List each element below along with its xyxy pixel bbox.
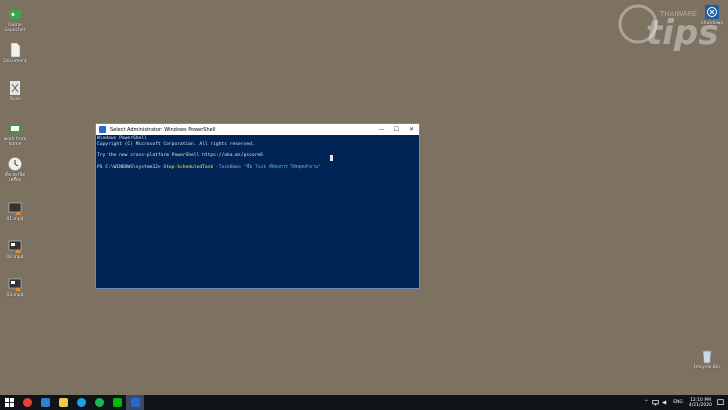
desktop-icon-label: work from home bbox=[3, 137, 27, 147]
desktop-icon-label: Document bbox=[3, 59, 27, 64]
chrome-icon bbox=[22, 398, 32, 407]
console-output[interactable]: Windows PowerShell Copyright (C) Microso… bbox=[96, 135, 419, 288]
clock-date: 4/21/2020 bbox=[688, 402, 712, 408]
desktop-icon-shutdown[interactable]: Shutdown bbox=[698, 4, 726, 26]
desktop-icon-label: ตั้งเวลาปิดเครื่อง bbox=[4, 173, 26, 183]
console-command-line: PS C:\WINDOWS\system32> Stop-ScheduledTa… bbox=[97, 165, 418, 171]
desktop-icon-video-03[interactable]: 03.mp4 bbox=[1, 276, 29, 298]
folder-icon bbox=[9, 123, 21, 133]
desktop-icon-video-01[interactable]: 01.mp4 bbox=[1, 200, 29, 222]
windows-icon bbox=[4, 398, 14, 407]
powershell-icon bbox=[130, 398, 140, 407]
minimize-button[interactable]: — bbox=[374, 124, 389, 135]
desktop-icon-label: Game Launcher bbox=[4, 23, 26, 33]
taskbar-file-explorer[interactable] bbox=[54, 395, 72, 410]
window-titlebar[interactable]: Select Administrator: Windows PowerShell… bbox=[96, 124, 419, 135]
video-file-icon bbox=[8, 202, 22, 215]
window-title: Select Administrator: Windows PowerShell bbox=[110, 126, 216, 133]
video-file-icon bbox=[8, 240, 22, 253]
powershell-icon bbox=[99, 126, 106, 133]
photos-icon bbox=[40, 398, 50, 407]
desktop-icon-label: 03.mp4 bbox=[6, 293, 24, 298]
desktop-icon-recycle-bin[interactable]: Recycle Bin bbox=[693, 348, 721, 370]
taskbar-powershell[interactable] bbox=[126, 395, 144, 410]
spotify-icon bbox=[94, 398, 104, 407]
taskbar-line[interactable] bbox=[108, 395, 126, 410]
system-tray: ^ ENG 12:10 PM 4/21/2020 bbox=[644, 395, 724, 410]
video-file-icon bbox=[8, 278, 22, 291]
desktop-icon-label: 01.mp4 bbox=[6, 217, 24, 222]
taskbar: ^ ENG 12:10 PM 4/21/2020 bbox=[0, 395, 728, 410]
taskbar-photos[interactable] bbox=[36, 395, 54, 410]
desktop-icon-game-launcher[interactable]: Game Launcher bbox=[1, 6, 29, 33]
folder-icon bbox=[58, 398, 68, 407]
desktop-icon-document[interactable]: Document bbox=[1, 42, 29, 64]
power-icon bbox=[705, 5, 719, 19]
game-launcher-icon bbox=[9, 10, 21, 19]
desktop-icon-shutdown-timer[interactable]: ตั้งเวลาปิดเครื่อง bbox=[1, 156, 29, 183]
clock-icon bbox=[8, 157, 22, 171]
desktop-icon-label: Shutdown bbox=[700, 21, 724, 26]
taskbar-chrome[interactable] bbox=[18, 395, 36, 410]
recycle-bin-icon bbox=[702, 350, 712, 364]
console-command: Stop-ScheduledTask bbox=[163, 164, 214, 170]
console-prompt: PS C:\WINDOWS\system32> bbox=[97, 164, 164, 170]
volume-icon[interactable] bbox=[662, 399, 669, 406]
powershell-window[interactable]: Select Administrator: Windows PowerShell… bbox=[95, 123, 420, 289]
close-button[interactable]: ✕ bbox=[404, 124, 419, 135]
notification-icon[interactable] bbox=[717, 399, 724, 406]
maximize-button[interactable]: ☐ bbox=[389, 124, 404, 135]
chevron-up-icon[interactable]: ^ bbox=[644, 400, 648, 405]
desktop-icon-label: Tools bbox=[9, 97, 21, 102]
skype-icon bbox=[76, 398, 86, 407]
tools-icon bbox=[10, 81, 20, 95]
clock[interactable]: 12:10 PM 4/21/2020 bbox=[689, 398, 712, 408]
language-indicator[interactable]: ENG bbox=[673, 400, 683, 405]
console-value: "ชื่อ Task ที่ต้องการ ให้หยุดทำงาน" bbox=[243, 164, 321, 170]
start-button[interactable] bbox=[0, 395, 18, 410]
document-icon bbox=[10, 42, 21, 58]
text-cursor bbox=[330, 155, 333, 161]
clock-time: 12:10 PM bbox=[689, 397, 711, 403]
desktop-icon-work-from-home[interactable]: work from home bbox=[1, 120, 29, 147]
desktop-icon-label: 02.mp4 bbox=[6, 255, 24, 260]
desktop-icon-video-02[interactable]: 02.mp4 bbox=[1, 238, 29, 260]
network-icon[interactable] bbox=[652, 399, 659, 406]
taskbar-spotify[interactable] bbox=[90, 395, 108, 410]
line-icon bbox=[112, 398, 122, 407]
desktop-icon-label: Recycle Bin bbox=[694, 365, 720, 370]
desktop-icon-tools[interactable]: Tools bbox=[1, 80, 29, 102]
taskbar-skype[interactable] bbox=[72, 395, 90, 410]
console-param: -TaskName bbox=[213, 164, 244, 170]
